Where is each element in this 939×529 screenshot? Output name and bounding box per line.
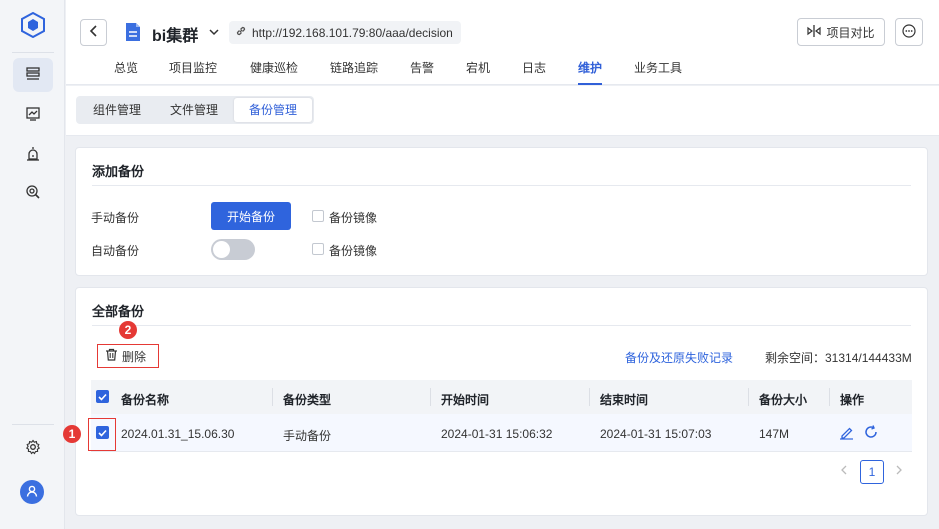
sidebar-item-alarm[interactable] <box>13 138 53 172</box>
fail-log-link[interactable]: 备份及还原失败记录 <box>625 349 733 366</box>
annotation-highlight <box>88 418 116 451</box>
cell-backup-type: 手动备份 <box>283 429 332 443</box>
sidebar-item-projects[interactable] <box>13 58 53 92</box>
tab-health-check[interactable]: 健康巡检 <box>250 59 298 85</box>
tab-trace[interactable]: 链路追踪 <box>330 59 378 85</box>
chevron-down-icon[interactable] <box>209 25 219 39</box>
cluster-name[interactable]: bi集群 <box>152 22 198 46</box>
sidebar-item-tools[interactable] <box>13 176 53 210</box>
check-icon <box>98 393 107 401</box>
auto-backup-toggle[interactable] <box>211 239 255 260</box>
tab-backup-manage[interactable]: 备份管理 <box>234 98 312 122</box>
avatar[interactable] <box>20 480 44 504</box>
url-text: http://192.168.101.79:80/aaa/decision <box>252 25 453 40</box>
column-divider <box>748 388 749 406</box>
gear-icon <box>25 439 41 458</box>
wrench-shield-icon <box>25 184 41 203</box>
more-button[interactable] <box>895 18 923 46</box>
col-end-time: 结束时间 <box>600 393 649 407</box>
restore-icon[interactable] <box>863 424 879 443</box>
edit-icon[interactable] <box>839 425 854 443</box>
tab-alert[interactable]: 告警 <box>410 59 434 85</box>
cell-end-time: 2024-01-31 15:07:03 <box>600 427 712 441</box>
trash-icon <box>105 348 118 364</box>
tab-downtime[interactable]: 宕机 <box>466 59 490 85</box>
remaining-space: 剩余空间：31314/144433M <box>765 351 912 365</box>
server-stack-icon <box>25 66 41 85</box>
tab-maintenance[interactable]: 维护 <box>578 59 603 85</box>
col-backup-type: 备份类型 <box>283 393 332 407</box>
more-dots-icon <box>902 23 916 41</box>
column-divider <box>430 388 431 406</box>
compare-icon <box>807 24 822 40</box>
sidebar-item-monitor[interactable] <box>13 98 53 132</box>
divider <box>92 185 911 186</box>
app-logo-icon[interactable] <box>20 12 46 38</box>
cell-backup-name: 2024.01.31_15.06.30 <box>121 427 235 441</box>
document-icon <box>124 22 142 45</box>
mirror-checkbox-auto[interactable] <box>312 243 324 255</box>
delete-button[interactable]: 删除 <box>97 344 159 368</box>
add-backup-card: 添加备份 <box>75 147 928 276</box>
link-icon <box>235 25 247 40</box>
chevron-left-icon <box>89 25 99 40</box>
subtab-group: 组件管理 文件管理 备份管理 <box>76 96 314 124</box>
compare-label: 项目对比 <box>826 25 875 40</box>
manual-backup-label: 手动备份 <box>91 211 140 225</box>
tab-overview[interactable]: 总览 <box>114 59 138 85</box>
all-backups-title: 全部备份 <box>92 304 145 319</box>
delete-label: 删除 <box>122 349 147 364</box>
annotation-badge-2: 2 <box>119 321 137 339</box>
tab-file-manage[interactable]: 文件管理 <box>156 98 232 122</box>
sidebar-divider <box>12 424 54 425</box>
url-chip[interactable]: http://192.168.101.79:80/aaa/decision <box>229 21 461 44</box>
user-icon <box>25 484 39 501</box>
page-header: bi集群 http://192.168.101.79:80/aaa/decisi… <box>66 0 939 85</box>
select-all-checkbox[interactable] <box>96 390 109 403</box>
annotation-badge-1: 1 <box>63 425 81 443</box>
table-row[interactable]: 2024.01.31_15.06.30 手动备份 2024-01-31 15:0… <box>91 414 912 452</box>
chart-monitor-icon <box>25 106 41 125</box>
column-divider <box>829 388 830 406</box>
auto-backup-label: 自动备份 <box>91 244 140 258</box>
page-number[interactable]: 1 <box>860 460 884 484</box>
mirror-checkbox-manual[interactable] <box>312 210 324 222</box>
column-divider <box>589 388 590 406</box>
cell-size: 147M <box>759 427 790 441</box>
mirror-label-manual: 备份镜像 <box>329 211 378 225</box>
toggle-knob <box>213 241 230 258</box>
sidebar-item-settings[interactable] <box>13 431 53 465</box>
column-divider <box>272 388 273 406</box>
mirror-label-auto: 备份镜像 <box>329 244 378 258</box>
table-header: 备份名称 备份类型 开始时间 结束时间 备份大小 操作 <box>91 380 912 414</box>
add-backup-title: 添加备份 <box>92 164 145 179</box>
sidebar-divider <box>12 52 54 53</box>
next-page-icon[interactable] <box>891 462 907 478</box>
sidebar <box>0 0 65 529</box>
tab-business-tools[interactable]: 业务工具 <box>634 59 682 85</box>
col-size: 备份大小 <box>759 393 808 407</box>
back-button[interactable] <box>80 19 107 46</box>
alarm-light-icon <box>25 146 41 165</box>
project-compare-button[interactable]: 项目对比 <box>797 18 885 46</box>
tab-component-manage[interactable]: 组件管理 <box>80 98 154 122</box>
prev-page-icon[interactable] <box>836 462 852 478</box>
col-start-time: 开始时间 <box>441 393 490 407</box>
tab-project-monitor[interactable]: 项目监控 <box>169 59 217 85</box>
cell-start-time: 2024-01-31 15:06:32 <box>441 427 553 441</box>
start-backup-button[interactable]: 开始备份 <box>211 202 291 230</box>
col-backup-name: 备份名称 <box>121 393 170 407</box>
tab-log[interactable]: 日志 <box>522 59 546 85</box>
divider <box>92 325 911 326</box>
col-actions: 操作 <box>840 393 865 407</box>
